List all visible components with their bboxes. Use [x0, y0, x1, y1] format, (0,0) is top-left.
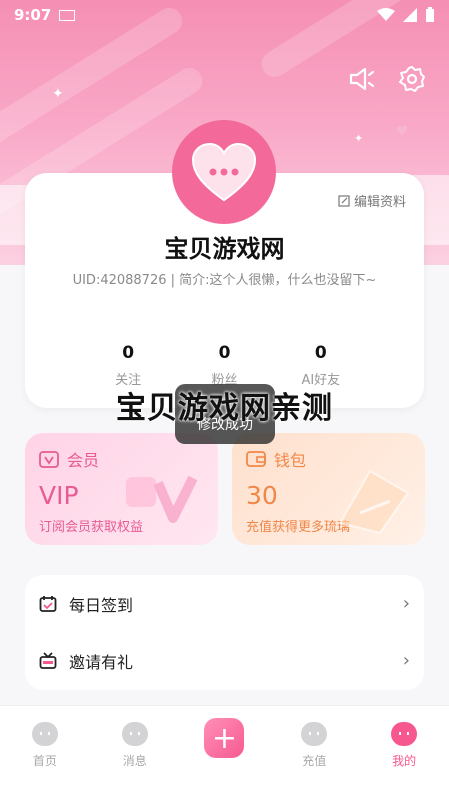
- stat-fans[interactable]: 0 粉丝: [194, 343, 254, 388]
- status-time: 9:07: [14, 6, 52, 24]
- edit-icon: [338, 194, 350, 207]
- stat-fans-value: 0: [218, 343, 231, 363]
- plus-icon: +: [204, 718, 245, 758]
- home-icon: [31, 722, 58, 746]
- nickname: 宝贝游戏网: [164, 235, 285, 263]
- tab-mine[interactable]: 我的: [359, 706, 449, 800]
- recharge-icon: [301, 722, 328, 746]
- bottom-tab-bar: 首页 消息 + 充值 我的: [0, 705, 449, 800]
- mail-icon: [59, 9, 76, 21]
- edit-profile-link[interactable]: 编辑资料: [338, 191, 406, 210]
- menu-card: 每日签到 › 邀请有礼 ›: [25, 575, 424, 690]
- menu-item-invite-label: 邀请有礼: [69, 652, 134, 672]
- chevron-right-icon: ›: [402, 650, 410, 671]
- tab-messages-label: 消息: [122, 754, 147, 768]
- wifi-icon: [377, 8, 395, 21]
- tab-recharge[interactable]: 充值: [269, 706, 359, 800]
- watermark-text: 宝贝游戏网亲测: [116, 391, 333, 426]
- vip-decoration-icon: [126, 475, 198, 523]
- speaker-icon[interactable]: [347, 64, 377, 94]
- status-bar: 9:07: [0, 0, 449, 30]
- wallet-card[interactable]: 钱包 30 充值获得更多琉璃: [232, 433, 425, 545]
- vip-badge-icon: [39, 451, 59, 468]
- top-actions: [347, 64, 427, 94]
- tab-recharge-label: 充值: [302, 754, 327, 768]
- stat-ai-friends-value: 0: [314, 343, 327, 363]
- heart-chat-icon: [191, 142, 257, 202]
- chevron-right-icon: ›: [402, 593, 410, 614]
- tab-home[interactable]: 首页: [0, 706, 90, 800]
- menu-item-daily-checkin[interactable]: 每日签到 ›: [25, 575, 424, 632]
- wallet-decoration-icon: [338, 469, 410, 535]
- stat-following-value: 0: [122, 343, 135, 363]
- vip-card[interactable]: 会员 VIP 订阅会员获取权益: [25, 433, 218, 545]
- wallet-title: 钱包: [274, 451, 307, 470]
- signal-icon: [403, 8, 417, 22]
- calendar-check-icon: [39, 595, 57, 612]
- battery-icon: [426, 7, 434, 22]
- tab-mine-label: 我的: [392, 754, 417, 768]
- tab-create[interactable]: +: [180, 706, 270, 800]
- wallet-icon: [246, 451, 266, 467]
- message-icon: [121, 722, 148, 746]
- tab-home-label: 首页: [32, 754, 57, 768]
- gift-tv-icon: [39, 651, 57, 669]
- edit-profile-label: 编辑资料: [353, 195, 406, 210]
- menu-item-invite[interactable]: 邀请有礼 ›: [25, 632, 424, 689]
- settings-gear-icon[interactable]: [397, 64, 427, 94]
- stats-row: 0 关注 0 粉丝 0 AI好友: [25, 343, 424, 388]
- stat-following[interactable]: 0 关注: [98, 343, 158, 388]
- uid-bio: UID:42088726 | 简介:这个人很懒，什么也没留下~: [72, 273, 377, 288]
- mine-icon: [391, 722, 418, 746]
- avatar[interactable]: [172, 120, 276, 224]
- stat-ai-friends[interactable]: 0 AI好友: [291, 343, 351, 388]
- tab-messages[interactable]: 消息: [90, 706, 180, 800]
- menu-item-daily-checkin-label: 每日签到: [69, 595, 134, 615]
- vip-title: 会员: [67, 451, 100, 470]
